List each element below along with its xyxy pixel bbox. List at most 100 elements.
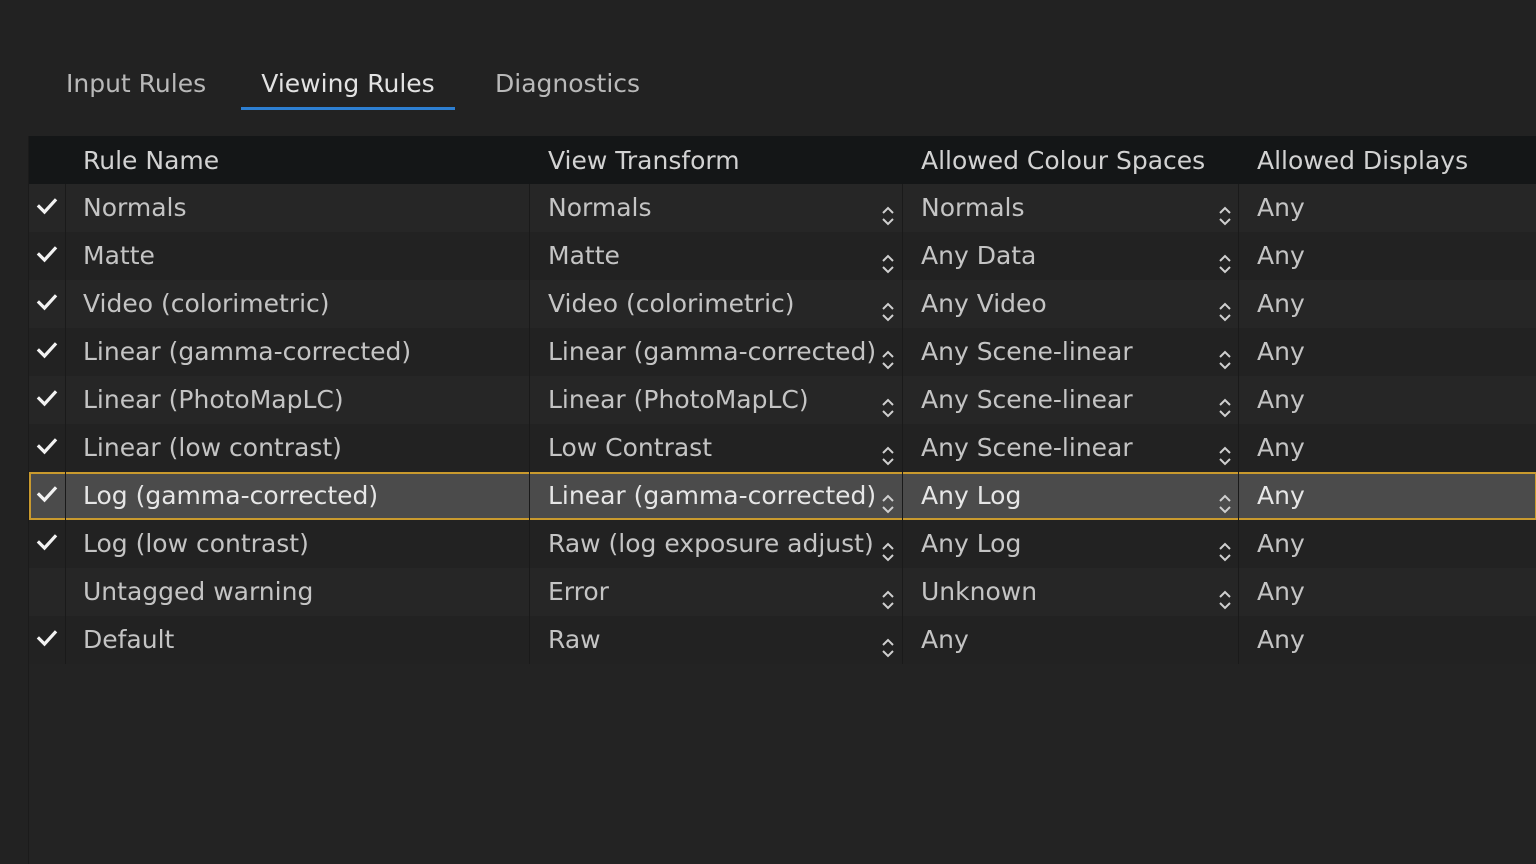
rule-name-cell[interactable]: Linear (low contrast)	[83, 424, 342, 472]
rule-name-cell[interactable]: Normals	[83, 184, 186, 232]
allowed-colour-spaces-combo[interactable]: Unknown	[921, 568, 1236, 616]
allowed-colour-spaces-value: Any Log	[921, 529, 1022, 558]
enabled-checkbox[interactable]	[29, 472, 66, 520]
rule-name-cell[interactable]: Default	[83, 616, 174, 664]
table-row[interactable]: Normals Normals Normals Any	[29, 184, 1536, 232]
view-transform-combo[interactable]: Matte	[548, 232, 900, 280]
view-transform-combo[interactable]: Raw	[548, 616, 900, 664]
column-divider	[529, 424, 530, 472]
table-row[interactable]: Linear (PhotoMapLC) Linear (PhotoMapLC) An…	[29, 376, 1536, 424]
updown-arrows-icon	[1218, 484, 1232, 514]
view-transform-value: Matte	[548, 241, 620, 270]
allowed-displays-cell[interactable]: Any	[1257, 616, 1305, 664]
table-row[interactable]: Log (gamma-corrected) Linear (gamma-corre…	[29, 472, 1536, 520]
column-divider	[529, 232, 530, 280]
column-divider	[529, 328, 530, 376]
column-divider	[902, 520, 903, 568]
rule-name-cell[interactable]: Log (low contrast)	[83, 520, 309, 568]
column-divider	[529, 568, 530, 616]
active-tab-indicator	[241, 107, 455, 110]
allowed-displays-cell[interactable]: Any	[1257, 232, 1305, 280]
rule-name-cell[interactable]: Log (gamma-corrected)	[83, 472, 378, 520]
allowed-displays-cell[interactable]: Any	[1257, 568, 1305, 616]
view-transform-combo[interactable]: Normals	[548, 184, 900, 232]
tab-viewing-rules[interactable]: Viewing Rules	[241, 62, 455, 110]
table-row[interactable]: Untagged warning Error Unknown Any	[29, 568, 1536, 616]
enabled-checkbox[interactable]	[29, 280, 66, 328]
allowed-colour-spaces-combo[interactable]: Any Data	[921, 232, 1236, 280]
view-transform-value: Raw	[548, 625, 601, 654]
view-transform-combo[interactable]: Linear (gamma-corrected)	[548, 328, 900, 376]
view-transform-combo[interactable]: Video (colorimetric)	[548, 280, 900, 328]
view-transform-combo[interactable]: Raw (log exposure adjust)	[548, 520, 900, 568]
view-transform-value: Raw (log exposure adjust)	[548, 529, 874, 558]
view-transform-combo[interactable]: Low Contrast	[548, 424, 900, 472]
table-row[interactable]: Linear (gamma-corrected) Linear (gamma-co…	[29, 328, 1536, 376]
updown-arrows-icon	[881, 292, 895, 322]
checkmark-icon	[36, 338, 58, 367]
enabled-checkbox[interactable]	[29, 184, 66, 232]
allowed-colour-spaces-combo[interactable]: Any Video	[921, 280, 1236, 328]
column-divider	[1238, 328, 1239, 376]
allowed-colour-spaces-combo[interactable]: Any Log	[921, 472, 1236, 520]
column-divider	[1238, 616, 1239, 664]
allowed-colour-spaces-value: Any Log	[921, 481, 1022, 510]
checkmark-icon	[36, 194, 58, 223]
table-row[interactable]: Matte Matte Any Data Any	[29, 232, 1536, 280]
view-transform-value: Linear (PhotoMapLC)	[548, 385, 809, 414]
checkmark-icon	[36, 434, 58, 463]
rule-name-cell[interactable]: Video (colorimetric)	[83, 280, 330, 328]
tab-diagnostics[interactable]: Diagnostics	[495, 62, 640, 110]
allowed-displays-cell[interactable]: Any	[1257, 472, 1305, 520]
column-divider	[1238, 184, 1239, 232]
allowed-displays-cell[interactable]: Any	[1257, 280, 1305, 328]
updown-arrows-icon	[881, 628, 895, 658]
view-transform-combo[interactable]: Error	[548, 568, 900, 616]
rule-name-cell[interactable]: Linear (gamma-corrected)	[83, 328, 411, 376]
checkmark-icon	[36, 386, 58, 415]
allowed-colour-spaces-combo[interactable]: Normals	[921, 184, 1236, 232]
column-divider	[1238, 472, 1239, 520]
enabled-checkbox[interactable]	[29, 232, 66, 280]
allowed-colour-spaces-combo[interactable]: Any Scene-linear	[921, 328, 1236, 376]
table-row[interactable]: Default Raw Any Any	[29, 616, 1536, 664]
rule-name-cell[interactable]: Linear (PhotoMapLC)	[83, 376, 344, 424]
enabled-checkbox[interactable]	[29, 616, 66, 664]
column-header-rule-name[interactable]: Rule Name	[83, 136, 219, 184]
enabled-checkbox[interactable]	[29, 520, 66, 568]
view-transform-value: Linear (gamma-corrected)	[548, 481, 877, 510]
checkmark-icon	[36, 242, 58, 271]
column-header-allowed-colour-spaces[interactable]: Allowed Colour Spaces	[921, 136, 1205, 184]
view-transform-combo[interactable]: Linear (PhotoMapLC)	[548, 376, 900, 424]
allowed-displays-cell[interactable]: Any	[1257, 376, 1305, 424]
allowed-displays-cell[interactable]: Any	[1257, 424, 1305, 472]
allowed-displays-cell[interactable]: Any	[1257, 184, 1305, 232]
allowed-colour-spaces-combo[interactable]: Any Log	[921, 520, 1236, 568]
enabled-checkbox[interactable]	[29, 424, 66, 472]
table-row[interactable]: Log (low contrast) Raw (log exposure adju…	[29, 520, 1536, 568]
updown-arrows-icon	[881, 436, 895, 466]
allowed-displays-cell[interactable]: Any	[1257, 328, 1305, 376]
allowed-colour-spaces-combo[interactable]: Any	[921, 616, 1236, 664]
enabled-checkbox[interactable]	[29, 376, 66, 424]
allowed-colour-spaces-combo[interactable]: Any Scene-linear	[921, 424, 1236, 472]
column-divider	[902, 568, 903, 616]
view-transform-combo[interactable]: Linear (gamma-corrected)	[548, 472, 900, 520]
column-header-view-transform[interactable]: View Transform	[548, 136, 740, 184]
checkmark-icon	[36, 626, 58, 655]
tab-label: Diagnostics	[495, 69, 641, 98]
updown-arrows-icon	[1218, 580, 1232, 610]
table-row[interactable]: Video (colorimetric) Video (colorimetric)…	[29, 280, 1536, 328]
allowed-displays-cell[interactable]: Any	[1257, 520, 1305, 568]
tab-input-rules[interactable]: Input Rules	[66, 62, 206, 110]
column-header-allowed-displays[interactable]: Allowed Displays	[1257, 136, 1468, 184]
enabled-checkbox[interactable]	[29, 568, 66, 616]
rule-name-cell[interactable]: Untagged warning	[83, 568, 313, 616]
allowed-colour-spaces-value: Any Video	[921, 289, 1047, 318]
column-divider	[902, 472, 903, 520]
rule-name-cell[interactable]: Matte	[83, 232, 155, 280]
allowed-colour-spaces-combo[interactable]: Any Scene-linear	[921, 376, 1236, 424]
enabled-checkbox[interactable]	[29, 328, 66, 376]
updown-arrows-icon	[1218, 436, 1232, 466]
table-row[interactable]: Linear (low contrast) Low Contrast Any Sce…	[29, 424, 1536, 472]
